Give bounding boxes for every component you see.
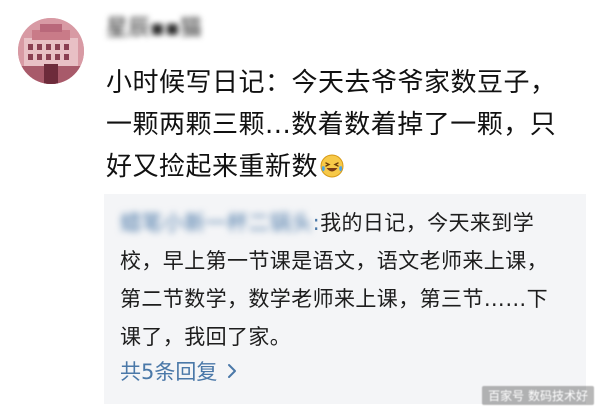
reply-colon: :	[312, 211, 321, 235]
comment-body: 小时候写日记：今天去爷爷家数豆子，一颗两颗三颗...数着数着掉了一颗，只好又捡起…	[106, 62, 576, 188]
comment-screen: 星辰▪▪猫 小时候写日记：今天去爷爷家数豆子，一颗两颗三颗...数着数着掉了一颗…	[0, 0, 600, 409]
chevron-right-icon	[227, 354, 237, 390]
reply-preview[interactable]: 蜡笔小新一杯二锅头:我的日记，今天来到学校，早上第一节课是语文，语文老师来上课，…	[104, 194, 586, 404]
author-name[interactable]: 星辰▪▪猫	[106, 14, 202, 44]
reply-body: 蜡笔小新一杯二锅头:我的日记，今天来到学校，早上第一节课是语文，语文老师来上课，…	[120, 204, 556, 356]
reply-user-name[interactable]: 蜡笔小新一杯二锅头	[120, 204, 313, 242]
hotel-building-avatar-icon	[18, 18, 84, 84]
more-replies-label: 共5条回复	[120, 360, 218, 384]
view-more-replies-button[interactable]: 共5条回复	[120, 354, 237, 390]
watermark: 百家号 数码技术好	[482, 386, 594, 405]
laughing-crying-emoji-icon	[320, 149, 344, 178]
user-avatar[interactable]	[18, 18, 84, 84]
